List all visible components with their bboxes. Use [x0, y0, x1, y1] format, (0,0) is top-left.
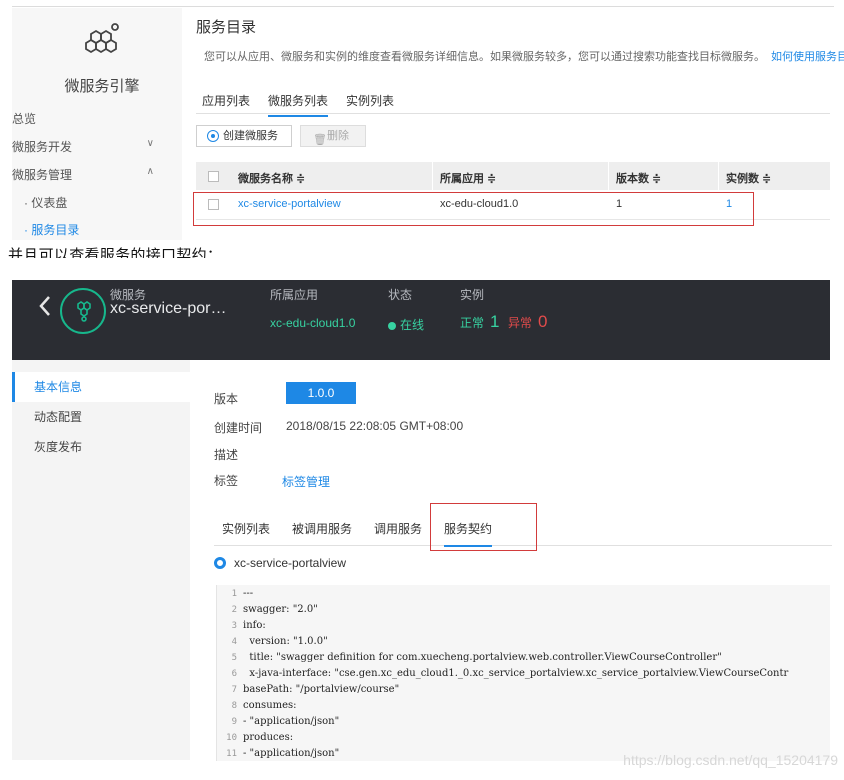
contract-name: xc-service-portalview	[234, 556, 347, 570]
highlight-box	[430, 503, 537, 551]
trash-icon: 🗑	[313, 134, 327, 146]
description-text: 您可以从应用、微服务和实例的维度查看微服务详细信息。如果微服务较多，您可以通过搜…	[204, 51, 765, 63]
sidebar-item-basic-info[interactable]: 基本信息	[12, 372, 190, 402]
line-number: 10	[226, 733, 237, 743]
nav-item-dev[interactable]: 微服务开发 ∨	[12, 138, 162, 155]
nav-item-service-catalog[interactable]: · 服务目录	[24, 221, 79, 238]
tag-management-link[interactable]: 标签管理	[282, 473, 330, 490]
column-header-name[interactable]: 微服务名称 ≑	[238, 170, 305, 186]
service-avatar	[60, 288, 106, 334]
page-description: 您可以从应用、微服务和实例的维度查看微服务详细信息。如果微服务较多，您可以通过搜…	[204, 48, 844, 64]
line-number: 11	[226, 749, 237, 759]
service-name: xc-service-por…	[110, 300, 227, 317]
tab-app-list[interactable]: 应用列表	[202, 92, 250, 115]
select-all-checkbox[interactable]	[208, 171, 219, 182]
abnormal-instances: 异常 0	[508, 312, 547, 332]
detail-sidebar: 基本信息 动态配置 灰度发布	[12, 360, 190, 760]
line-number: 9	[231, 717, 237, 727]
instance-label: 实例	[460, 288, 485, 302]
column-header-app[interactable]: 所属应用 ≑	[440, 170, 496, 186]
divider	[12, 6, 834, 7]
back-arrow-icon[interactable]	[38, 294, 52, 318]
create-button-label: 创建微服务	[223, 130, 278, 142]
catalog-tabs: 应用列表 微服务列表 实例列表	[196, 92, 830, 117]
nav-label: 微服务开发	[12, 140, 73, 154]
code-line: basePath: "/portalview/course"	[243, 684, 400, 695]
nav-item-overview[interactable]: 总览	[12, 110, 162, 127]
line-number: 3	[231, 621, 237, 631]
status-text: 在线	[400, 318, 425, 332]
table-header: 微服务名称 ≑ 所属应用 ≑ 版本数 ≑ 实例数 ≑	[196, 162, 830, 190]
line-number: 4	[231, 637, 237, 647]
code-line: x-java-interface: "cse.gen.xc_edu_cloud1…	[243, 668, 789, 679]
version-label: 版本	[214, 392, 239, 406]
service-catalog-panel: 微服务引擎 总览 微服务开发 ∨ 微服务管理 ∧ · 仪表盘 · 服务目录 服务…	[0, 0, 844, 240]
watermark: https://blog.csdn.net/qq_15204179	[623, 752, 838, 768]
column-header-versions[interactable]: 版本数 ≑	[616, 170, 661, 186]
tab-calling-services[interactable]: 调用服务	[374, 520, 422, 545]
sidebar-item-dynamic-config[interactable]: 动态配置	[12, 402, 190, 432]
code-line: consumes:	[243, 700, 297, 711]
line-number: 5	[231, 653, 237, 663]
code-line: info:	[243, 620, 266, 631]
code-line: - "application/json"	[243, 716, 340, 727]
code-line: title: "swagger definition for com.xuech…	[243, 652, 722, 663]
tags-label: 标签	[214, 474, 239, 488]
code-line: version: "1.0.0"	[243, 636, 328, 647]
chevron-up-icon: ∧	[146, 166, 154, 177]
line-number: 2	[231, 605, 237, 615]
divider	[432, 162, 433, 190]
caption-text: 并且可以查看服务的接口契约：	[8, 247, 223, 258]
code-line: swagger: "2.0"	[243, 604, 318, 615]
description-label: 描述	[214, 448, 239, 462]
code-line: ---	[243, 588, 254, 599]
tab-called-services[interactable]: 被调用服务	[292, 520, 352, 545]
status-badge: 在线	[388, 316, 424, 333]
chevron-down-icon: ∨	[146, 138, 154, 149]
nav-item-management[interactable]: 微服务管理 ∧	[12, 166, 162, 183]
nav-item-dashboard[interactable]: · 仪表盘	[24, 194, 67, 211]
tab-instance-list[interactable]: 实例列表	[346, 92, 394, 115]
nav-label: 总览	[12, 112, 37, 126]
created-label: 创建时间	[214, 421, 263, 435]
hexagon-cluster-icon	[85, 23, 119, 54]
help-link[interactable]: 如何使用服务目录	[771, 51, 844, 63]
hexagon-cluster-icon	[77, 301, 91, 322]
code-line: produces:	[243, 732, 294, 743]
radio-selected-icon[interactable]	[214, 557, 226, 569]
create-microservice-button[interactable]: 创建微服务	[196, 125, 292, 147]
delete-button-label: 删除	[327, 130, 349, 142]
status-dot-icon	[388, 321, 396, 330]
divider	[608, 162, 609, 190]
highlight-box	[193, 192, 754, 226]
sidebar-item-gray-release[interactable]: 灰度发布	[12, 432, 190, 462]
tab-instance-list[interactable]: 实例列表	[222, 520, 270, 545]
normal-label: 正常	[460, 316, 485, 330]
nav-label: 微服务管理	[12, 168, 73, 182]
abnormal-label: 异常	[508, 316, 533, 330]
page-title: 服务目录	[196, 19, 257, 36]
logo-text: 微服务引擎	[64, 78, 140, 95]
logo: 微服务引擎	[52, 20, 152, 100]
created-value: 2018/08/15 22:08:05 GMT+08:00	[286, 419, 464, 433]
app-value: xc-edu-cloud1.0	[270, 316, 356, 330]
line-number: 6	[231, 669, 237, 679]
line-number: 1	[231, 589, 237, 599]
column-header-instances[interactable]: 实例数 ≑	[726, 170, 771, 186]
add-circle-icon	[207, 130, 219, 142]
service-header: 微服务 xc-service-por… 所属应用 xc-edu-cloud1.0…	[12, 280, 830, 360]
version-selector[interactable]: 1.0.0	[286, 382, 356, 404]
divider	[718, 162, 719, 190]
status-label: 状态	[388, 288, 413, 302]
app-label: 所属应用	[270, 288, 319, 302]
delete-button[interactable]: 🗑 删除	[300, 125, 366, 147]
line-number: 7	[231, 685, 237, 695]
abnormal-count: 0	[538, 312, 548, 331]
normal-instances: 正常 1	[460, 312, 499, 332]
line-number: 8	[231, 701, 237, 711]
normal-count: 1	[490, 312, 500, 331]
tab-microservice-list[interactable]: 微服务列表	[268, 92, 329, 117]
code-line: - "application/json"	[243, 748, 340, 759]
contract-code-viewer[interactable]: 1 --- 2 swagger: "2.0" 3 info: 4 version: "…	[216, 585, 830, 761]
